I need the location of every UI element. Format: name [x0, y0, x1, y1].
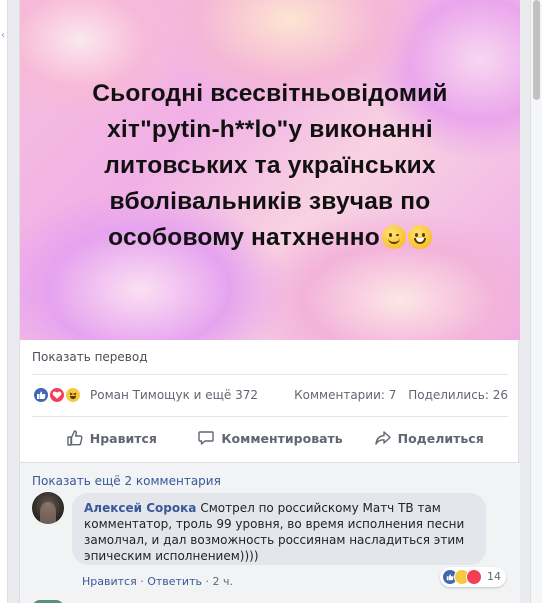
scrollbar[interactable] [530, 0, 542, 603]
divider [32, 416, 508, 417]
show-translation-link[interactable]: Показать перевод [32, 350, 148, 364]
divider [32, 374, 508, 375]
reaction-icons[interactable] [32, 386, 88, 404]
comment-time[interactable]: 2 ч. [212, 575, 233, 588]
comment-author[interactable]: Алексей Сорока [84, 501, 196, 515]
post-actions: Нравится Комментировать Поделиться [32, 422, 508, 454]
comment-button[interactable]: Комментировать [191, 422, 350, 454]
like-button[interactable]: Нравится [32, 422, 191, 454]
banner-text-block: Сьогодні всесвітньовідомий хіт"pytin-h**… [40, 76, 500, 256]
comment-icon [198, 431, 215, 445]
comments-section: Показать ещё 2 комментария Алексей Сорок… [20, 462, 520, 603]
comments-count[interactable]: Комментарии: 7 [294, 388, 396, 402]
show-more-comments-link[interactable]: Показать ещё 2 комментария [32, 474, 221, 488]
love-icon [466, 569, 482, 585]
comment-reaction-count: 14 [487, 570, 501, 583]
post-banner: Сьогодні всесвітньовідомий хіт"pytin-h**… [20, 0, 520, 340]
post-counters: Комментарии: 7 Поделились: 26 [286, 388, 508, 402]
comment-bubble: Алексей Сорока Смотрел по российскому Мат… [72, 493, 486, 565]
shares-count[interactable]: Поделились: 26 [408, 388, 508, 402]
comment-reactions[interactable]: 14 [440, 567, 506, 587]
grinning-face-icon [407, 225, 432, 249]
reactors-summary[interactable]: Роман Тимощук и ещё 372 [90, 388, 258, 402]
collapse-arrow-icon[interactable]: ‹ [1, 30, 5, 41]
avatar[interactable] [32, 492, 64, 524]
share-button-label: Поделиться [397, 430, 484, 446]
scrollbar-thumb[interactable] [533, 0, 540, 100]
thumbs-up-icon [67, 430, 83, 446]
left-panel-edge: ‹ [0, 0, 8, 603]
haha-icon [64, 386, 82, 404]
share-button[interactable]: Поделиться [349, 422, 508, 454]
wink-face-icon [381, 225, 406, 249]
reaction-stats-bar: Роман Тимощук и ещё 372 Комментарии: 7 П… [32, 386, 508, 406]
post-card: Сьогодні всесвітньовідомий хіт"pytin-h**… [19, 0, 520, 603]
comment-actions: Нравится · Ответить · 2 ч. [82, 575, 233, 588]
like-button-label: Нравится [89, 430, 157, 446]
comment-reply-link[interactable]: Ответить [147, 575, 202, 588]
share-arrow-icon [374, 431, 391, 445]
comment-button-label: Комментировать [221, 430, 343, 446]
comment-like-link[interactable]: Нравится [82, 575, 137, 588]
